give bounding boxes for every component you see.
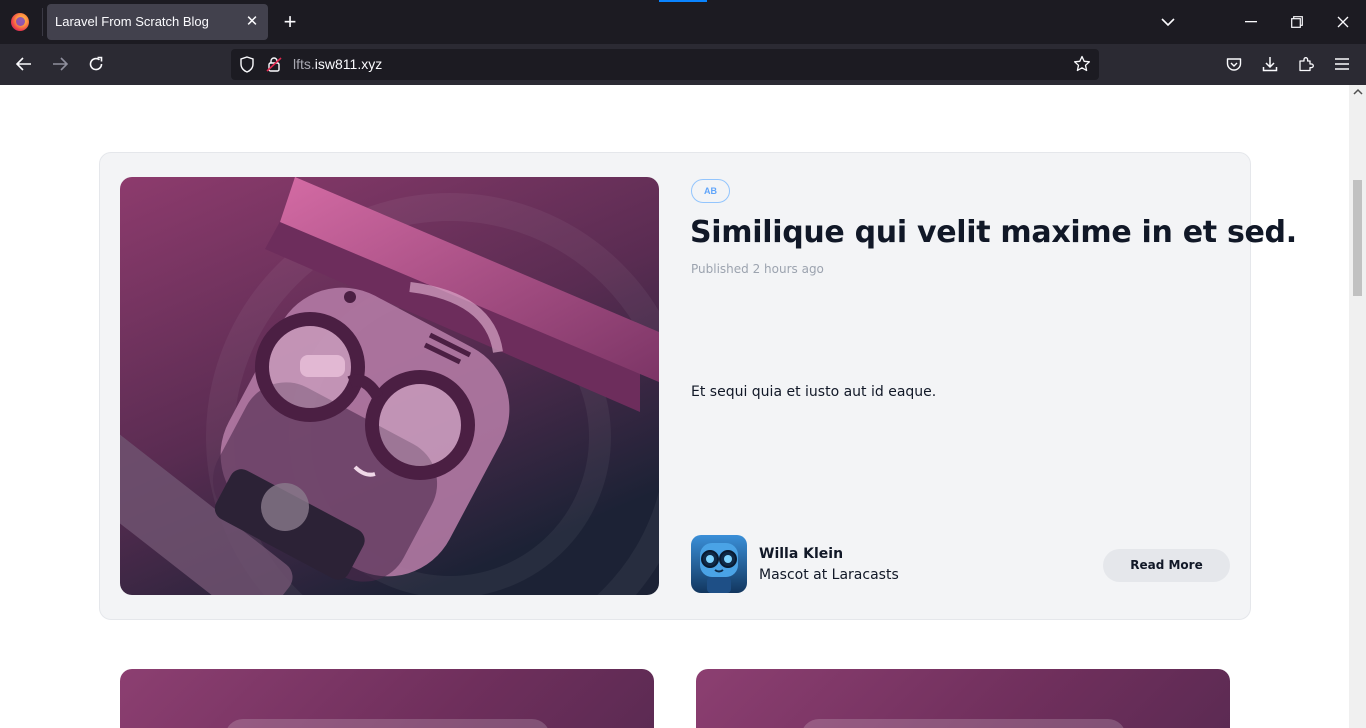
downloads-icon[interactable] [1260,54,1280,74]
scrollbar-thumb[interactable] [1353,180,1362,296]
scroll-up-arrow-icon[interactable] [1352,87,1363,98]
tab-title: Laravel From Scratch Blog [55,14,209,29]
page-content: AB Similique qui velit maxime in et sed.… [0,85,1349,728]
category-badge[interactable]: AB [691,179,730,203]
insecure-lock-icon[interactable] [266,56,282,77]
minimize-icon[interactable] [1241,12,1261,32]
post-card-thumbnail[interactable] [120,669,654,728]
reload-icon[interactable] [86,54,106,74]
tracking-shield-icon[interactable] [239,56,255,77]
url-subdomain: lfts. [293,56,315,72]
forward-arrow-icon[interactable] [50,54,70,74]
firefox-logo-icon[interactable] [11,13,29,31]
author-name: Willa Klein [759,546,844,562]
close-window-icon[interactable] [1333,12,1353,32]
post-thumbnail[interactable] [120,177,659,595]
read-more-button[interactable]: Read More [1103,549,1230,582]
navigation-toolbar: lfts.isw811.xyz [0,44,1366,85]
address-bar[interactable]: lfts.isw811.xyz [231,49,1099,80]
page-scrollbar[interactable] [1349,85,1366,728]
published-date: Published 2 hours ago [691,262,824,276]
post-excerpt: Et sequi quia et iusto aut id eaque. [691,384,937,400]
new-tab-button[interactable]: + [280,11,300,33]
post-card-thumbnail[interactable] [696,669,1230,728]
tab-close-icon[interactable]: ✕ [244,12,260,30]
post-title[interactable]: Similique qui velit maxime in et sed. [690,215,1297,250]
author-avatar [691,535,747,593]
drag-indicator [659,0,707,2]
tab-strip: Laravel From Scratch Blog ✕ + [0,0,1366,44]
app-menu-icon[interactable] [1332,54,1352,74]
url-text[interactable]: lfts.isw811.xyz [293,56,382,72]
featured-post-card: AB Similique qui velit maxime in et sed.… [99,152,1297,620]
tab-active[interactable]: Laravel From Scratch Blog ✕ [47,4,268,40]
author-role: Mascot at Laracasts [759,567,899,583]
bookmark-star-icon[interactable] [1073,55,1091,77]
restore-icon[interactable] [1287,12,1307,32]
tab-separator [42,8,43,36]
list-all-tabs-icon[interactable] [1158,12,1178,32]
url-domain: isw811.xyz [314,56,383,72]
back-arrow-icon[interactable] [14,54,34,74]
pocket-icon[interactable] [1224,54,1244,74]
extensions-icon[interactable] [1296,54,1316,74]
